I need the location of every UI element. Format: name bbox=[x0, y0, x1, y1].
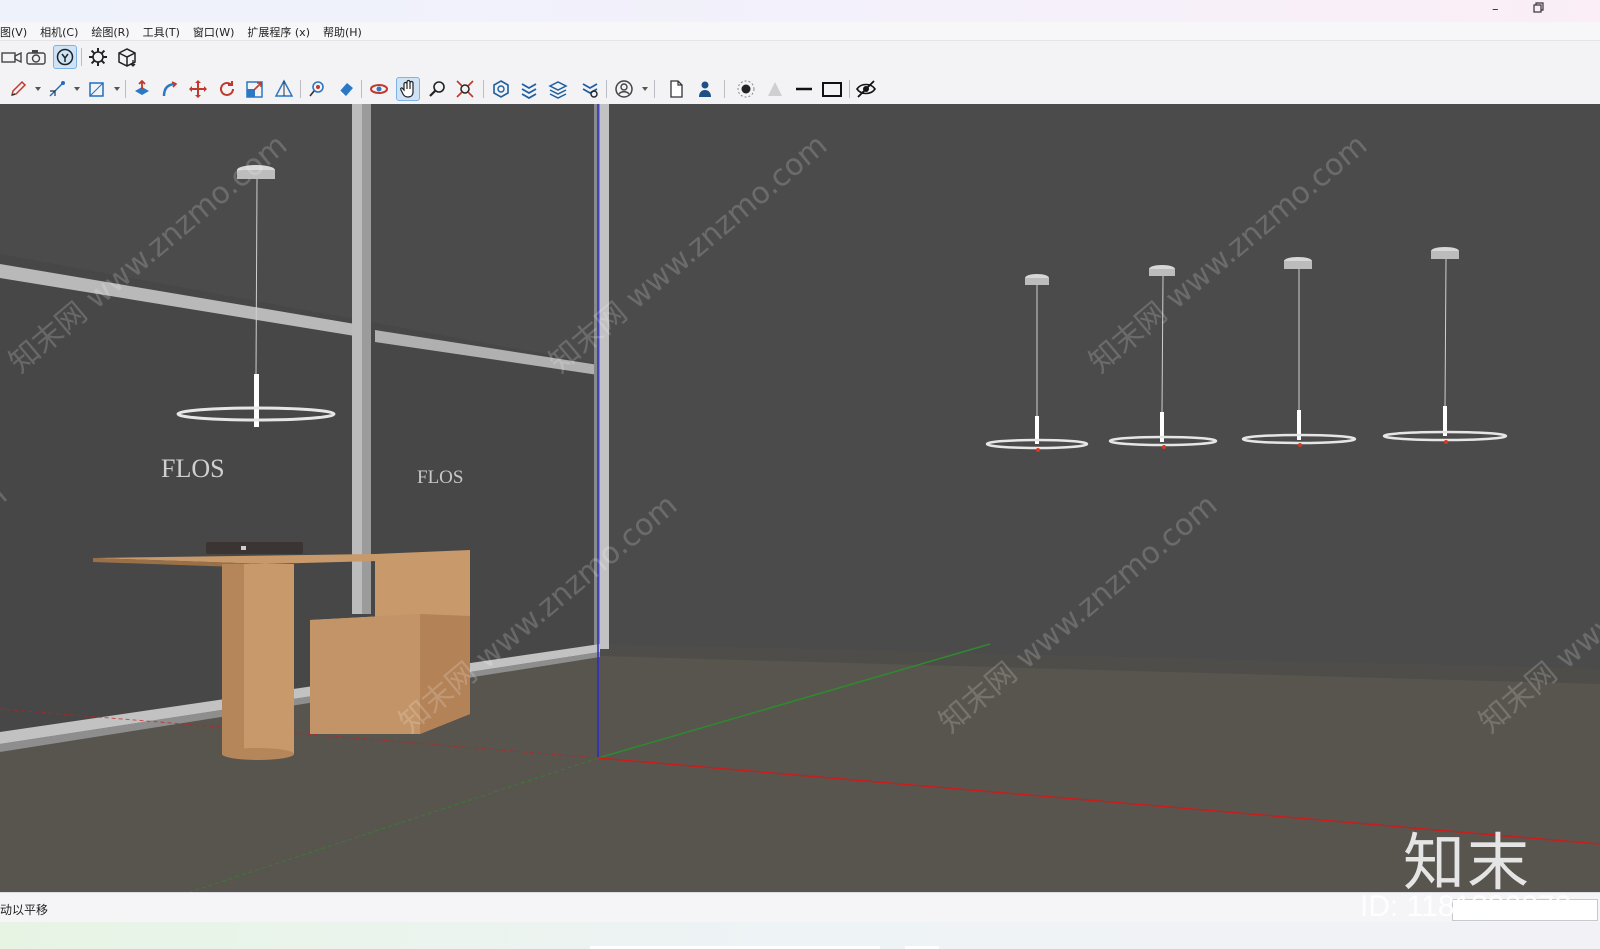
fog-icon[interactable] bbox=[763, 77, 787, 101]
watermark-logo: 知末 bbox=[1403, 826, 1532, 899]
chevron-down-icon[interactable] bbox=[35, 87, 41, 91]
line-style-icon[interactable] bbox=[792, 77, 816, 101]
flos-logo-large: FLOS bbox=[161, 454, 225, 483]
toolbar-separator bbox=[300, 80, 301, 98]
watermark-id: ID: 1181390072 bbox=[1360, 890, 1572, 923]
frame-icon[interactable] bbox=[820, 77, 844, 101]
camera-photo-icon[interactable] bbox=[24, 45, 48, 69]
pan-icon[interactable] bbox=[396, 77, 420, 101]
menu-camera[interactable]: 相机(C) bbox=[40, 23, 78, 40]
toolbar-tools bbox=[0, 74, 1600, 104]
toolbar-separator bbox=[606, 80, 607, 98]
toolbar-separator bbox=[724, 80, 725, 98]
pencil-icon[interactable] bbox=[6, 77, 30, 101]
camera-video-icon[interactable] bbox=[0, 45, 24, 69]
zoom-extents-icon[interactable] bbox=[453, 77, 477, 101]
title-bar: – bbox=[0, 0, 1600, 22]
orbit-tool-icon[interactable] bbox=[367, 77, 391, 101]
move-icon[interactable] bbox=[186, 77, 210, 101]
model-viewport[interactable]: FLOS FLOS 知末网 www.znzmo.com 知末网 www.znzm… bbox=[0, 104, 1600, 892]
toolbar-separator bbox=[361, 80, 362, 98]
eraser-icon[interactable] bbox=[334, 77, 358, 101]
tape-measure-icon[interactable] bbox=[272, 77, 296, 101]
chevron-down-icon[interactable] bbox=[114, 87, 120, 91]
paint-bucket-icon[interactable] bbox=[305, 77, 329, 101]
flos-logo-small: FLOS bbox=[417, 467, 463, 488]
restore-icon[interactable] bbox=[1533, 2, 1544, 17]
toolbar-top bbox=[0, 42, 1600, 72]
toolbar-separator bbox=[483, 80, 484, 98]
layers-icon[interactable] bbox=[517, 77, 541, 101]
zoom-icon[interactable] bbox=[425, 77, 449, 101]
new-file-icon[interactable] bbox=[664, 77, 688, 101]
menu-bar: 图(V) 相机(C) 绘图(R) 工具(T) 窗口(W) 扩展程序 (x) 帮助… bbox=[0, 22, 1600, 41]
toolbar-separator bbox=[849, 80, 850, 98]
frame-post-center bbox=[352, 104, 362, 614]
rotate-icon[interactable] bbox=[215, 77, 239, 101]
chevron-down-icon[interactable] bbox=[74, 87, 80, 91]
menu-draw[interactable]: 绘图(R) bbox=[91, 23, 129, 40]
tags-icon[interactable] bbox=[546, 77, 570, 101]
gear-icon[interactable] bbox=[86, 45, 110, 69]
scale-icon[interactable] bbox=[243, 77, 267, 101]
cube-export-icon[interactable] bbox=[115, 45, 139, 69]
user-icon[interactable] bbox=[694, 77, 718, 101]
menu-help[interactable]: 帮助(H) bbox=[323, 23, 362, 40]
toolbar-separator bbox=[81, 48, 82, 66]
toolbar-separator bbox=[654, 80, 655, 98]
status-text: 动以平移 bbox=[0, 903, 49, 917]
rectangle-icon[interactable] bbox=[85, 77, 109, 101]
follow-me-icon[interactable] bbox=[158, 77, 182, 101]
menu-view[interactable]: 图(V) bbox=[0, 23, 27, 40]
line-dropdown-icon[interactable] bbox=[45, 77, 69, 101]
menu-window[interactable]: 窗口(W) bbox=[193, 23, 234, 40]
shadow-icon[interactable] bbox=[734, 77, 758, 101]
orbit-icon[interactable] bbox=[53, 45, 77, 69]
taskbar-strip bbox=[0, 922, 1600, 949]
components-icon[interactable] bbox=[489, 77, 513, 101]
menu-extensions[interactable]: 扩展程序 (x) bbox=[247, 23, 310, 40]
outliner-icon[interactable] bbox=[578, 77, 602, 101]
chevron-down-icon[interactable] bbox=[642, 87, 648, 91]
menu-tools[interactable]: 工具(T) bbox=[143, 23, 180, 40]
push-pull-icon[interactable] bbox=[130, 77, 154, 101]
frame-post-center-shade bbox=[362, 104, 371, 614]
minimize-icon[interactable]: – bbox=[1492, 2, 1499, 17]
toolbar-separator bbox=[125, 80, 126, 98]
account-icon[interactable] bbox=[612, 77, 636, 101]
hide-icon[interactable] bbox=[854, 77, 878, 101]
